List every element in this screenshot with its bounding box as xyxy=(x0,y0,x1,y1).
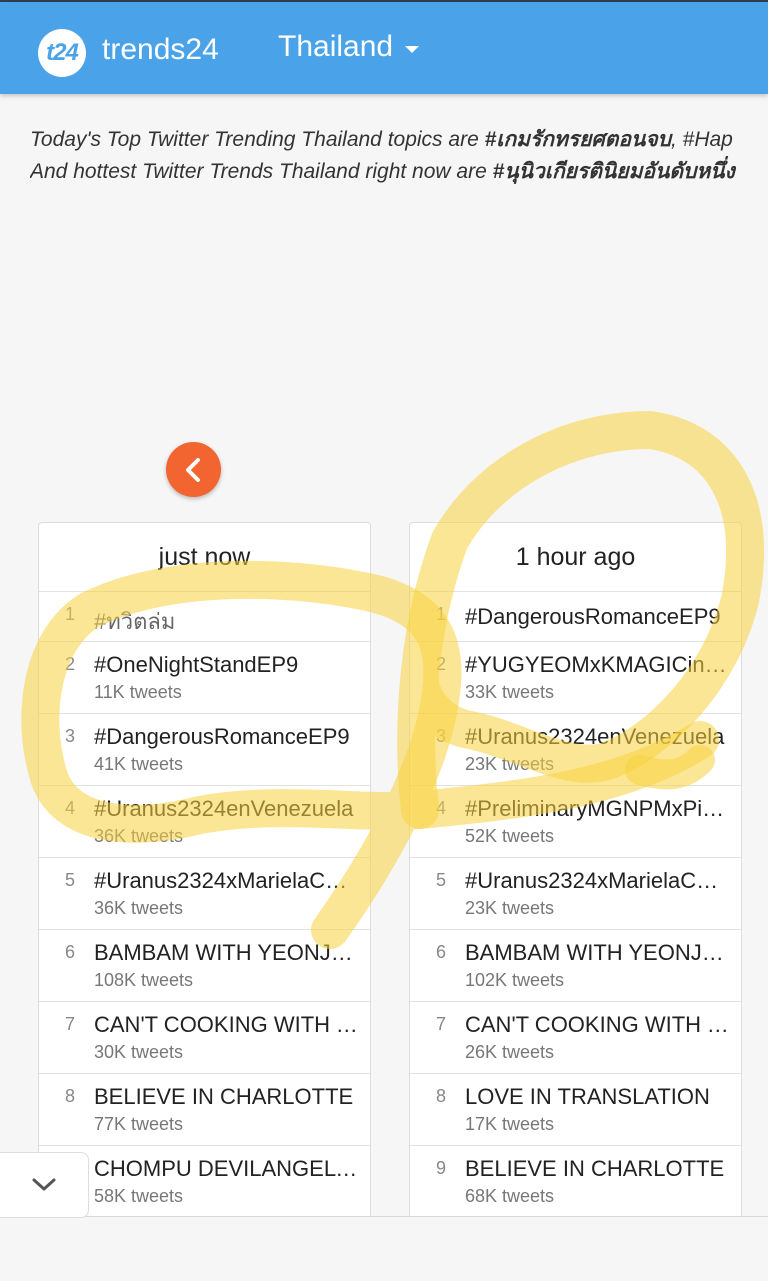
card-title: 1 hour ago xyxy=(410,523,741,592)
trend-row[interactable]: 4 #Uranus2324enVenezuela 36K tweets xyxy=(39,786,370,858)
trend-rank: 8 xyxy=(436,1086,447,1106)
trend-rank: 2 xyxy=(436,654,447,674)
trend-rank: 5 xyxy=(65,870,76,890)
trend-name[interactable]: BELIEVE IN CHARLOTTE xyxy=(465,1146,729,1182)
trend-rank: 4 xyxy=(65,798,76,818)
trend-name[interactable]: #DangerousRomanceEP9 xyxy=(94,714,358,750)
trend-row[interactable]: 9 BELIEVE IN CHARLOTTE 68K tweets xyxy=(410,1146,741,1218)
trend-rank: 4 xyxy=(436,798,447,818)
trend-name[interactable]: CAN'T COOKING WITH YOU xyxy=(465,1002,729,1038)
tweet-count: 36K tweets xyxy=(94,898,184,918)
trend-name[interactable]: #Uranus2324xMarielaCastro xyxy=(465,858,729,894)
trend-row[interactable]: 1 #DangerousRomanceEP9 xyxy=(410,592,741,642)
tweet-count: 23K tweets xyxy=(465,754,555,774)
tweet-count: 77K tweets xyxy=(94,1114,184,1134)
tweet-count: 68K tweets xyxy=(465,1186,555,1206)
trend-row[interactable]: 5 #Uranus2324xMarielaCastro 23K tweets xyxy=(410,858,741,930)
trend-name[interactable]: #Uranus2324enVenezuela xyxy=(465,714,729,750)
logo-text: t24 xyxy=(46,39,79,66)
intro-line1-tag[interactable]: #เกมรักทรยศตอนจบ xyxy=(485,128,671,151)
trend-row[interactable]: 7 CAN'T COOKING WITH YOU 30K tweets xyxy=(39,1002,370,1074)
trend-card-1-hour-ago: 1 hour ago 1 #DangerousRomanceEP9 2 #YUG… xyxy=(409,522,742,1224)
trend-row[interactable]: 5 #Uranus2324xMarielaCastro 36K tweets xyxy=(39,858,370,930)
collapse-button[interactable] xyxy=(0,1152,89,1218)
trend-name[interactable]: #ทวิตล่ม xyxy=(94,592,358,639)
intro-line1-prefix: Today's Top Twitter Trending Thailand to… xyxy=(30,128,485,151)
logo[interactable]: t24 xyxy=(38,29,86,77)
chevron-down-icon xyxy=(32,1178,56,1191)
tweet-count: 11K tweets xyxy=(94,682,182,702)
trend-name[interactable]: BAMBAM WITH YEONJUN xyxy=(94,930,358,966)
trend-rank: 2 xyxy=(65,654,76,674)
trend-row[interactable]: 7 CAN'T COOKING WITH YOU 26K tweets xyxy=(410,1002,741,1074)
trend-name[interactable]: #DangerousRomanceEP9 xyxy=(465,592,729,630)
intro-line2-tag[interactable]: #นุนิวเกียรตินิยมอันดับหนึ่ง xyxy=(493,160,735,183)
trend-rank: 6 xyxy=(436,942,447,962)
tweet-count: 23K tweets xyxy=(465,898,555,918)
trend-rank: 5 xyxy=(436,870,447,890)
trend-name[interactable]: #Uranus2324xMarielaCastro xyxy=(94,858,358,894)
caret-down-icon xyxy=(405,45,420,53)
intro-line2-prefix: And hottest Twitter Trends Thailand righ… xyxy=(30,160,493,183)
bottom-bar xyxy=(0,1216,768,1281)
trend-name[interactable]: #YUGYEOMxKMAGICinBKK xyxy=(465,642,729,678)
trend-card-just-now: just now 1 #ทวิตล่ม 2 #OneNightStandEP9 … xyxy=(38,522,371,1224)
intro-text: Today's Top Twitter Trending Thailand to… xyxy=(30,124,768,188)
trend-row[interactable]: 3 #Uranus2324enVenezuela 23K tweets xyxy=(410,714,741,786)
intro-line-2: And hottest Twitter Trends Thailand righ… xyxy=(30,156,768,188)
trend-name[interactable]: CAN'T COOKING WITH YOU xyxy=(94,1002,358,1038)
tweet-count: 52K tweets xyxy=(465,826,555,846)
app-header: t24 trends24 Thailand xyxy=(0,2,768,94)
trend-row[interactable]: 3 #DangerousRomanceEP9 41K tweets xyxy=(39,714,370,786)
trend-rank: 9 xyxy=(436,1158,447,1178)
trend-name[interactable]: CHOMPU DEVILANGEL TRAILER xyxy=(94,1146,358,1182)
tweet-count: 17K tweets xyxy=(465,1114,555,1134)
trend-name[interactable]: BELIEVE IN CHARLOTTE xyxy=(94,1074,358,1110)
card-title: just now xyxy=(39,523,370,592)
trend-row[interactable]: 8 LOVE IN TRANSLATION 17K tweets xyxy=(410,1074,741,1146)
trend-rank: 1 xyxy=(65,604,76,624)
tweet-count: 102K tweets xyxy=(465,970,565,990)
tweet-count: 58K tweets xyxy=(94,1186,184,1206)
tweet-count: 41K tweets xyxy=(94,754,184,774)
country-selector[interactable]: Thailand xyxy=(278,30,420,64)
trend-name[interactable]: #Uranus2324enVenezuela xyxy=(94,786,358,822)
tweet-count: 33K tweets xyxy=(465,682,555,702)
intro-line-1: Today's Top Twitter Trending Thailand to… xyxy=(30,124,768,156)
trend-name[interactable]: #PreliminaryMGNPMxPiink xyxy=(465,786,729,822)
trend-rank: 6 xyxy=(65,942,76,962)
trend-row[interactable]: 6 BAMBAM WITH YEONJUN 102K tweets xyxy=(410,930,741,1002)
trend-name[interactable]: BAMBAM WITH YEONJUN xyxy=(465,930,729,966)
previous-button[interactable] xyxy=(166,442,221,497)
tweet-count: 30K tweets xyxy=(94,1042,184,1062)
brand-name[interactable]: trends24 xyxy=(102,33,219,67)
trend-rank: 1 xyxy=(436,604,447,624)
trend-row[interactable]: 1 #ทวิตล่ม xyxy=(39,592,370,642)
trend-row[interactable]: 8 BELIEVE IN CHARLOTTE 77K tweets xyxy=(39,1074,370,1146)
tweet-count: 26K tweets xyxy=(465,1042,555,1062)
tweet-count: 108K tweets xyxy=(94,970,194,990)
trend-rank: 7 xyxy=(65,1014,76,1034)
trend-row[interactable]: 2 #YUGYEOMxKMAGICinBKK 33K tweets xyxy=(410,642,741,714)
trend-rank: 7 xyxy=(436,1014,447,1034)
trend-row[interactable]: 6 BAMBAM WITH YEONJUN 108K tweets xyxy=(39,930,370,1002)
trend-list: 1 #ทวิตล่ม 2 #OneNightStandEP9 11K tweet… xyxy=(39,592,370,1218)
trend-rank: 3 xyxy=(65,726,76,746)
trend-row[interactable]: 4 #PreliminaryMGNPMxPiink 52K tweets xyxy=(410,786,741,858)
chevron-left-icon xyxy=(185,457,200,482)
country-label: Thailand xyxy=(278,30,394,63)
trend-name[interactable]: #OneNightStandEP9 xyxy=(94,642,358,678)
tweet-count: 36K tweets xyxy=(94,826,184,846)
trend-row[interactable]: 2 #OneNightStandEP9 11K tweets xyxy=(39,642,370,714)
trend-rank: 3 xyxy=(436,726,447,746)
intro-line1-suffix: , #Hap xyxy=(670,128,733,151)
trend-name[interactable]: LOVE IN TRANSLATION xyxy=(465,1074,729,1110)
trend-rank: 8 xyxy=(65,1086,76,1106)
trend-list: 1 #DangerousRomanceEP9 2 #YUGYEOMxKMAGIC… xyxy=(410,592,741,1218)
